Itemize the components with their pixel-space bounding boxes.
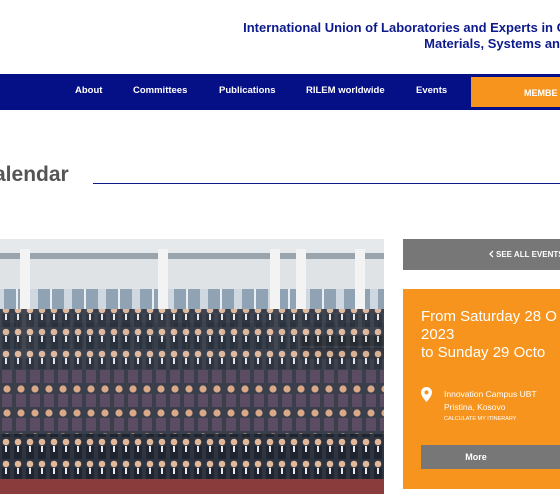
location-pin-icon [421,387,432,402]
event-city: Pristina, Kosovo [444,402,506,412]
nav-item-events[interactable]: Events [416,85,447,96]
tagline-line-1: International Union of Laboratories and … [243,20,560,35]
membership-button[interactable]: MEMBE [471,77,560,107]
event-date-year: 2023 [421,326,455,343]
event-group-photo [0,239,384,494]
see-all-events-label: SEE ALL EVENTS [496,250,560,259]
nav-item-publications[interactable]: Publications [219,85,275,96]
calculate-itinerary-link[interactable]: CALCULATE MY ITINERARY [444,416,516,422]
event-date-to: to Sunday 29 Octo [421,344,546,361]
event-details-card: From Saturday 28 O 2023 to Sunday 29 Oct… [403,289,560,489]
page-title: alendar [0,163,69,186]
tagline-line-2: Materials, Systems an [424,36,560,51]
event-venue: Innovation Campus UBT [444,389,537,399]
event-date-from: From Saturday 28 O [421,308,557,325]
nav-item-committees[interactable]: Committees [133,85,187,96]
more-button[interactable]: More [421,445,560,469]
nav-item-about[interactable]: About [75,85,102,96]
title-divider [93,183,560,184]
nav-item-rilem-worldwide[interactable]: RILEM worldwide [306,85,385,96]
see-all-events-button[interactable]: SEE ALL EVENTS [403,239,560,270]
chevron-left-icon [489,250,494,258]
